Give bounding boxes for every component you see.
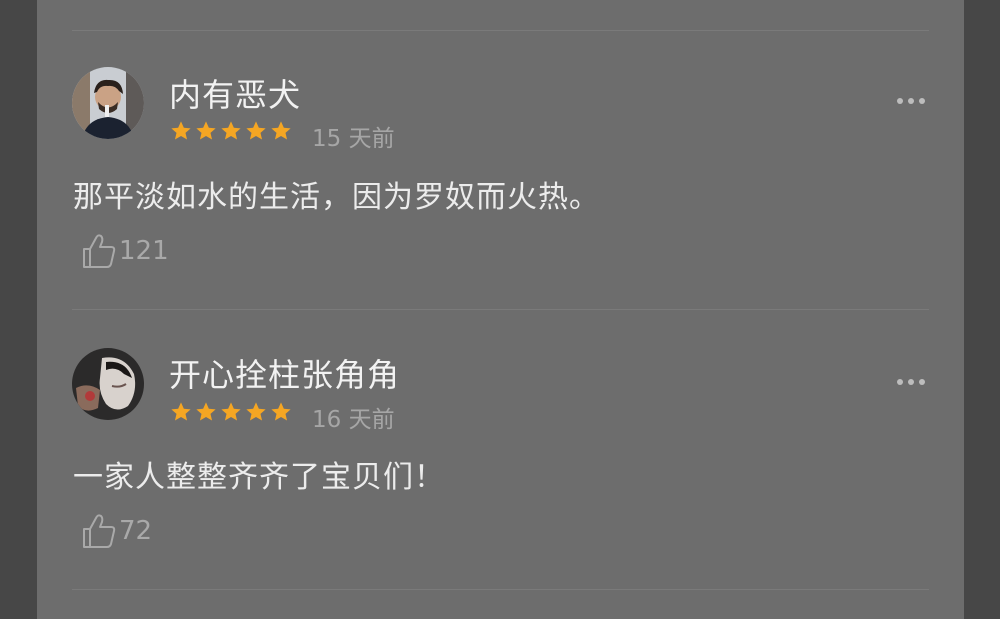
star-icon (171, 402, 191, 421)
divider (72, 309, 929, 310)
thumbs-up-icon (83, 234, 116, 268)
rating-stars (170, 401, 292, 423)
username[interactable]: 开心拴柱张角角 (169, 350, 400, 396)
star-icon (221, 121, 241, 140)
like-button[interactable]: 121 (81, 232, 169, 270)
rating-stars (170, 120, 292, 142)
divider (72, 30, 929, 31)
star-icon (171, 121, 191, 140)
more-icon[interactable] (897, 379, 925, 385)
star-icon (271, 402, 291, 421)
like-button[interactable]: 72 (81, 512, 152, 550)
avatar[interactable] (72, 67, 144, 139)
divider (72, 589, 929, 590)
star-icon (246, 121, 266, 140)
comments-panel: 内有恶犬 15 天前 那平淡如水的生活，因为罗奴而火热。 121 开心拴柱张角角… (37, 0, 964, 619)
comment-time: 16 天前 (312, 407, 395, 433)
star-icon (221, 402, 241, 421)
more-icon[interactable] (897, 98, 925, 104)
comment-time: 15 天前 (312, 126, 395, 152)
like-count: 72 (119, 516, 153, 546)
star-icon (271, 121, 291, 140)
username[interactable]: 内有恶犬 (169, 70, 301, 116)
star-icon (196, 402, 216, 421)
comment-text: 那平淡如水的生活，因为罗奴而火热。 (73, 180, 600, 215)
star-icon (246, 402, 266, 421)
comment-text: 一家人整整齐齐了宝贝们！ (73, 460, 445, 495)
avatar[interactable] (72, 348, 144, 420)
like-count: 121 (119, 236, 169, 266)
star-icon (196, 121, 216, 140)
thumbs-up-icon (83, 514, 116, 548)
